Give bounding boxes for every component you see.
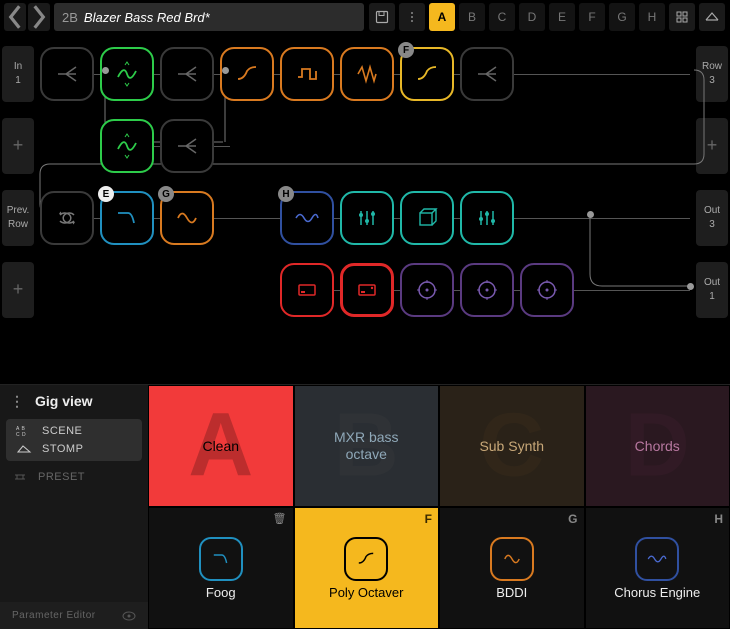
comp-block-orange[interactable] [220, 47, 274, 101]
row4-add-left[interactable]: + [2, 262, 34, 318]
block-badge-f: F [398, 42, 414, 58]
preset-number: 2B [62, 10, 78, 25]
row1-input[interactable]: In1 [2, 46, 34, 102]
filter-block-green-2[interactable] [100, 119, 154, 173]
tile-a[interactable]: A Clean [148, 385, 294, 507]
preset-mode-button[interactable]: PRESET [0, 463, 148, 491]
cab-block-purple-2[interactable] [460, 263, 514, 317]
gig-menu-icon[interactable]: ⋮ [10, 393, 25, 410]
row4-output[interactable]: Out1 [696, 262, 728, 318]
scene-e-button[interactable]: E [549, 3, 575, 31]
more-icon[interactable] [399, 3, 425, 31]
scene-g-button[interactable]: G [609, 3, 635, 31]
tile-c[interactable]: C Sub Synth [439, 385, 585, 507]
wave-block-orange[interactable] [280, 47, 334, 101]
cab-block-purple-3[interactable] [520, 263, 574, 317]
scene-a-button[interactable]: A [429, 3, 455, 31]
splitter-block-2[interactable] [160, 47, 214, 101]
row2-add-left[interactable]: + [2, 118, 34, 174]
wave-block-orange-2[interactable] [340, 47, 394, 101]
cab-block-purple[interactable] [400, 263, 454, 317]
tile-f[interactable]: F Poly Octaver [294, 507, 440, 629]
eq-block-cyan-2[interactable] [460, 191, 514, 245]
scene-h-button[interactable]: H [639, 3, 665, 31]
tile-g[interactable]: G BDDI [439, 507, 585, 629]
scene-mode-button[interactable]: A BC D SCENE [16, 425, 132, 437]
comp-block-yellow[interactable]: F [400, 47, 454, 101]
prev-preset-button[interactable] [4, 3, 26, 31]
eq-block-cyan[interactable] [340, 191, 394, 245]
signal-chain-grid: In1 F Row3 + + Prev.Row [0, 34, 730, 384]
row3-output[interactable]: Out3 [696, 190, 728, 246]
splitter-block-3[interactable] [460, 47, 514, 101]
scene-d-button[interactable]: D [519, 3, 545, 31]
tile-h[interactable]: H Chorus Engine [585, 507, 730, 629]
row2-add-right[interactable]: + [696, 118, 728, 174]
chorus-block[interactable]: H [280, 191, 334, 245]
parameter-editor-button[interactable]: Parameter Editor [0, 602, 148, 629]
scene-b-button[interactable]: B [459, 3, 485, 31]
cube-block-cyan[interactable] [400, 191, 454, 245]
row3-input[interactable]: Prev.Row [2, 190, 34, 246]
amp-block-red[interactable] [280, 263, 334, 317]
gig-sidebar: ⋮ Gig view A BC D SCENE STOMP PRESET Par… [0, 385, 148, 629]
loop-block[interactable] [40, 191, 94, 245]
splitter-block[interactable] [40, 47, 94, 101]
preset-name: Blazer Bass Red Brd* [84, 10, 210, 25]
wave-block-orange-3[interactable]: G [160, 191, 214, 245]
trash-icon[interactable]: 🗑 [273, 512, 287, 525]
stomp-mode-button[interactable]: STOMP [16, 443, 132, 455]
tile-d[interactable]: D Chords [585, 385, 730, 507]
preset-title[interactable]: 2B Blazer Bass Red Brd* [54, 3, 364, 31]
block-badge-g: G [158, 186, 174, 202]
row1-output[interactable]: Row3 [696, 46, 728, 102]
block-badge-h: H [278, 186, 294, 202]
tile-e[interactable]: 🗑 Foog [148, 507, 294, 629]
tile-b-label: MXR bass octave [334, 429, 399, 463]
lp-block-blue[interactable]: E [100, 191, 154, 245]
block-badge-e: E [98, 186, 114, 202]
scene-c-button[interactable]: C [489, 3, 515, 31]
tile-b[interactable]: B MXR bass octave [294, 385, 440, 507]
splitter-block-4[interactable] [160, 119, 214, 173]
stomp-view-icon[interactable] [699, 3, 725, 31]
next-preset-button[interactable] [28, 3, 50, 31]
grid-layout-icon[interactable] [669, 3, 695, 31]
filter-block-green[interactable] [100, 47, 154, 101]
gig-view-title: ⋮ Gig view [0, 385, 148, 417]
save-icon[interactable] [369, 3, 395, 31]
scene-stomp-group: A BC D SCENE STOMP [6, 419, 142, 461]
amp-block-red-active[interactable] [340, 263, 394, 317]
svg-text:C D: C D [16, 432, 26, 437]
scene-f-button[interactable]: F [579, 3, 605, 31]
